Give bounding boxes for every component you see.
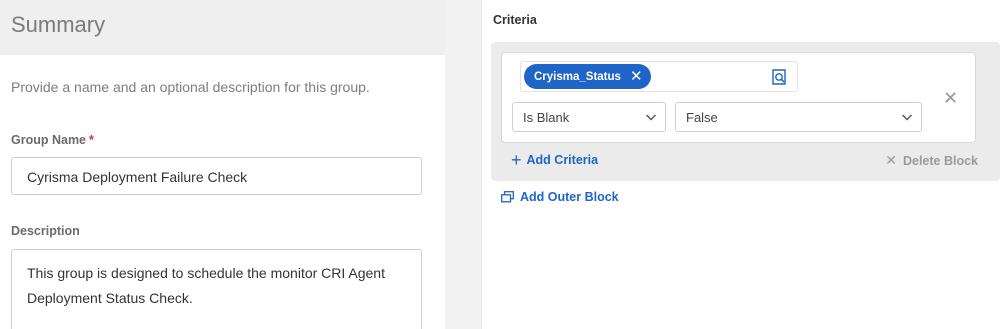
value-select[interactable]: False: [675, 102, 922, 132]
delete-block-button[interactable]: ✕ Delete Block: [885, 152, 978, 169]
chevron-down-icon: [646, 114, 656, 121]
add-outer-block-button[interactable]: Add Outer Block: [501, 190, 619, 204]
search-list-icon[interactable]: [770, 68, 788, 86]
group-editor: Summary Provide a name and an optional d…: [0, 0, 1000, 329]
delete-block-label: Delete Block: [902, 153, 978, 168]
field-selector[interactable]: Cryisma_Status ✕: [520, 61, 798, 92]
chevron-down-icon: [902, 114, 912, 121]
summary-panel: Summary Provide a name and an optional d…: [0, 0, 445, 329]
panel-divider: [481, 0, 482, 329]
add-outer-block-label: Add Outer Block: [520, 190, 619, 204]
criteria-panel: Criteria Cryisma_Status ✕ Is Blank False…: [481, 0, 1000, 329]
operator-value: Is Blank: [523, 110, 570, 125]
description-label: Description: [11, 224, 80, 238]
add-criteria-button[interactable]: + Add Criteria: [511, 151, 598, 169]
close-icon[interactable]: ✕: [630, 69, 643, 84]
group-name-input[interactable]: Cyrisma Deployment Failure Check: [11, 157, 422, 195]
criteria-outer-block: Cryisma_Status ✕ Is Blank False ✕ + Add …: [491, 42, 1000, 181]
required-marker: *: [89, 133, 94, 147]
remove-criteria-icon[interactable]: ✕: [943, 89, 958, 107]
field-tag: Cryisma_Status ✕: [524, 64, 651, 89]
operator-select[interactable]: Is Blank: [512, 102, 666, 132]
copy-block-icon: [501, 191, 514, 203]
criteria-inner-block: Cryisma_Status ✕ Is Blank False ✕: [501, 52, 976, 143]
close-icon: ✕: [885, 152, 897, 168]
summary-header: Summary: [0, 0, 445, 55]
plus-icon: +: [511, 150, 522, 170]
summary-intro: Provide a name and an optional descripti…: [11, 79, 370, 95]
group-name-label-text: Group Name: [11, 133, 87, 147]
description-textarea[interactable]: This group is designed to schedule the m…: [11, 249, 422, 329]
group-name-label: Group Name *: [11, 133, 94, 147]
add-criteria-label: Add Criteria: [526, 153, 599, 167]
criteria-label: Criteria: [493, 13, 537, 27]
value-value: False: [686, 110, 718, 125]
summary-title: Summary: [11, 12, 106, 37]
field-tag-label: Cryisma_Status: [534, 70, 621, 83]
